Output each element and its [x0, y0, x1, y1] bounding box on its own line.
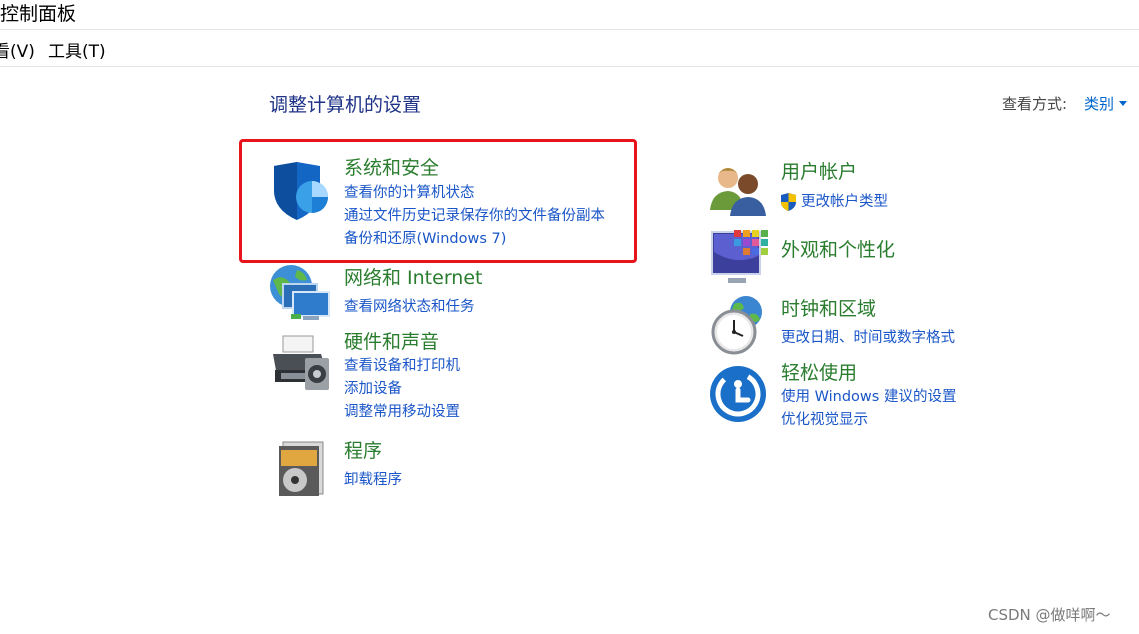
link-windows-recommended-settings[interactable]: 使用 Windows 建议的设置	[781, 387, 956, 407]
link-uninstall-program[interactable]: 卸载程序	[344, 470, 402, 490]
highlight-box	[239, 139, 637, 263]
category-title-ease-of-access[interactable]: 轻松使用	[781, 361, 857, 385]
page-title: 调整计算机的设置	[269, 94, 422, 116]
network-icon[interactable]	[269, 264, 331, 326]
menu-view[interactable]: 看(V)	[0, 41, 35, 63]
link-change-account-type[interactable]: 更改帐户类型	[801, 192, 888, 212]
menu-tools[interactable]: 工具(T)	[48, 41, 106, 63]
users-icon[interactable]	[708, 160, 770, 222]
link-optimize-visual-display[interactable]: 优化视觉显示	[781, 410, 868, 430]
printer-icon[interactable]	[269, 332, 331, 394]
link-network-status[interactable]: 查看网络状态和任务	[344, 297, 475, 317]
category-title-user-accounts[interactable]: 用户帐户	[781, 160, 857, 184]
view-by-dropdown[interactable]: 类别	[1084, 94, 1114, 114]
category-title-clock-region[interactable]: 时钟和区域	[781, 297, 876, 321]
link-change-date-time-format[interactable]: 更改日期、时间或数字格式	[781, 328, 955, 348]
window-title: 控制面板	[0, 3, 77, 25]
link-add-device[interactable]: 添加设备	[344, 379, 402, 399]
uac-shield-icon	[781, 193, 796, 211]
title-bar: 控制面板	[0, 0, 1139, 30]
monitor-palette-icon[interactable]	[708, 226, 770, 288]
view-by-label: 查看方式:	[1002, 95, 1068, 113]
menu-bar: 看(V) 工具(T)	[0, 31, 1139, 67]
link-mobility-settings[interactable]: 调整常用移动设置	[344, 402, 460, 422]
programs-icon[interactable]	[269, 436, 331, 498]
category-title-programs[interactable]: 程序	[344, 439, 382, 463]
category-title-hardware-sound[interactable]: 硬件和声音	[344, 330, 439, 354]
ease-of-access-icon[interactable]	[708, 364, 770, 426]
link-devices-printers[interactable]: 查看设备和打印机	[344, 356, 460, 376]
category-title-appearance[interactable]: 外观和个性化	[781, 238, 895, 262]
clock-globe-icon[interactable]	[708, 294, 770, 356]
chevron-down-icon[interactable]	[1119, 101, 1127, 106]
watermark: CSDN @做咩啊～	[988, 606, 1111, 624]
category-title-network-internet[interactable]: 网络和 Internet	[344, 266, 482, 290]
